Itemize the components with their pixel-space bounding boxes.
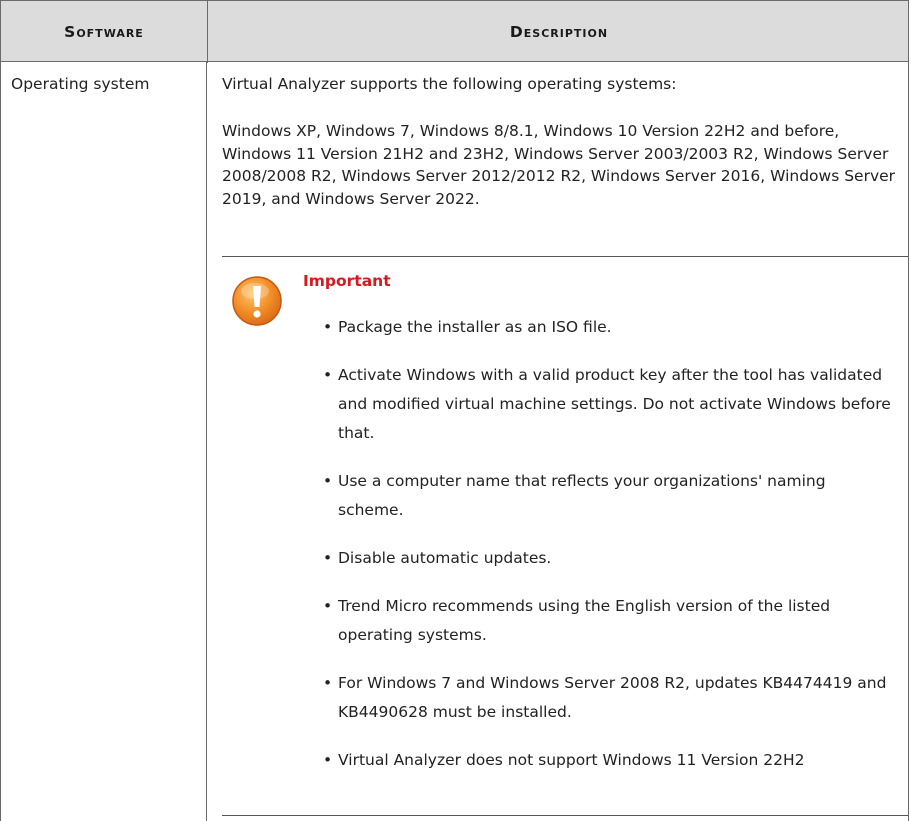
list-item: Trend Micro recommends using the English… [323, 592, 893, 650]
table-border-left [0, 62, 1, 821]
warning-icon [232, 276, 282, 326]
list-item: For Windows 7 and Windows Server 2008 R2… [323, 669, 893, 727]
important-title: Important [303, 272, 391, 290]
list-item: Use a computer name that reflects your o… [323, 467, 893, 525]
header-software-label: Software [64, 23, 144, 41]
table-header: Software Description [0, 0, 910, 63]
important-bottom-rule [222, 815, 908, 816]
description-intro: Virtual Analyzer supports the following … [222, 75, 677, 93]
software-cell: Operating system [11, 75, 150, 93]
table-border-right [908, 62, 909, 821]
header-description: Description [208, 1, 910, 63]
header-software: Software [1, 1, 207, 63]
important-top-rule [222, 256, 908, 257]
list-item: Package the installer as an ISO file. [323, 313, 893, 342]
table-column-divider [206, 62, 207, 821]
list-item: Activate Windows with a valid product ke… [323, 361, 893, 448]
list-item: Disable automatic updates. [323, 544, 893, 573]
os-requirements-table: Software Description Operating system Vi… [0, 0, 911, 821]
header-description-label: Description [509, 23, 609, 41]
supported-os-list: Windows XP, Windows 7, Windows 8/8.1, Wi… [222, 122, 896, 208]
important-list: Package the installer as an ISO file. Ac… [323, 313, 893, 794]
list-item: Virtual Analyzer does not support Window… [323, 746, 893, 775]
